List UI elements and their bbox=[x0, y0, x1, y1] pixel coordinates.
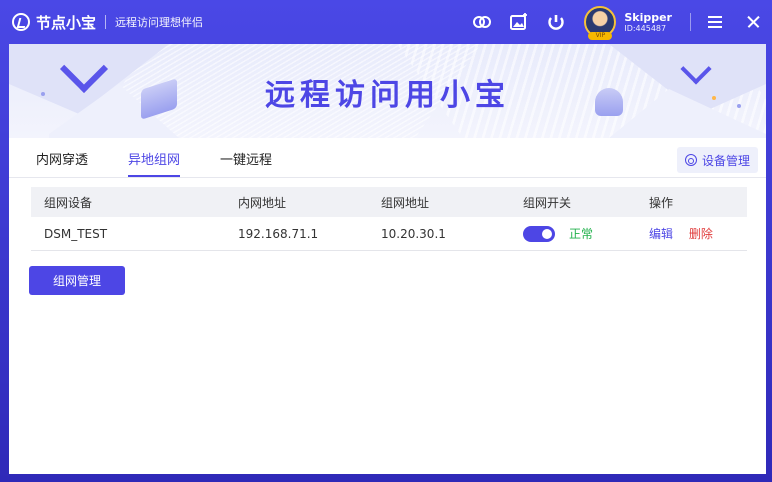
close-icon[interactable] bbox=[745, 14, 761, 30]
table-header: 组网设备 内网地址 组网地址 组网开关 操作 bbox=[31, 187, 747, 217]
header-vnet-ip: 组网地址 bbox=[381, 195, 430, 210]
app-slogan: 远程访问理想伴侣 bbox=[115, 16, 204, 29]
banner: 远程访问用小宝 bbox=[9, 44, 766, 138]
status-text: 正常 bbox=[569, 227, 594, 241]
title-bar-actions: VIP Skipper ID:445487 bbox=[471, 0, 772, 44]
brand: 节点小宝 远程访问理想伴侣 bbox=[12, 12, 203, 33]
header-device: 组网设备 bbox=[44, 195, 93, 210]
tab-one-click-remote[interactable]: 一键远程 bbox=[220, 149, 272, 177]
network-toggle[interactable] bbox=[523, 225, 555, 242]
title-divider bbox=[105, 15, 107, 29]
network-management-button[interactable]: 组网管理 bbox=[29, 266, 125, 295]
title-bar-separator bbox=[690, 13, 691, 31]
header-switch: 组网开关 bbox=[523, 195, 572, 210]
tab-remote-networking[interactable]: 异地组网 bbox=[128, 149, 181, 177]
settings-icon bbox=[684, 154, 697, 166]
delete-link[interactable]: 删除 bbox=[689, 227, 713, 241]
network-device-table: 组网设备 内网地址 组网地址 组网开关 操作 DSM_TEST 192.168.… bbox=[31, 187, 747, 251]
cell-lan-ip: 192.168.71.1 bbox=[238, 226, 319, 241]
link-icon[interactable] bbox=[471, 11, 493, 33]
avatar[interactable]: VIP bbox=[584, 6, 617, 40]
main-panel: 远程访问用小宝 内网穿透 异地组网 一键远程 设备管理 组网设备 内网地址 组网… bbox=[9, 44, 766, 474]
user-name: Skipper bbox=[624, 10, 672, 24]
image-icon[interactable] bbox=[508, 11, 530, 33]
tab-bar: 内网穿透 异地组网 一键远程 设备管理 bbox=[9, 138, 766, 178]
device-management-label: 设备管理 bbox=[701, 153, 750, 168]
header-actions: 操作 bbox=[649, 195, 674, 210]
table-row: DSM_TEST 192.168.71.1 10.20.30.1 正常 编辑 删… bbox=[31, 217, 747, 251]
banner-title: 远程访问用小宝 bbox=[265, 78, 510, 113]
tab-intranet-penetration[interactable]: 内网穿透 bbox=[36, 149, 88, 177]
vip-badge: VIP bbox=[588, 32, 613, 40]
logo-icon bbox=[12, 13, 30, 31]
cell-actions: 编辑 删除 bbox=[649, 225, 747, 242]
menu-icon[interactable] bbox=[707, 14, 723, 30]
cell-switch: 正常 bbox=[523, 225, 649, 242]
cell-device: DSM_TEST bbox=[44, 226, 108, 241]
cell-vnet-ip: 10.20.30.1 bbox=[381, 226, 446, 241]
power-icon[interactable] bbox=[545, 11, 567, 33]
user-id: ID:445487 bbox=[624, 23, 667, 33]
app-name: 节点小宝 bbox=[36, 13, 97, 32]
edit-link[interactable]: 编辑 bbox=[649, 227, 673, 241]
title-bar: 节点小宝 远程访问理想伴侣 VIP Skipper ID:445487 bbox=[0, 0, 772, 44]
device-management-button[interactable]: 设备管理 bbox=[676, 147, 758, 173]
header-lan-ip: 内网地址 bbox=[238, 195, 287, 210]
user-info[interactable]: Skipper ID:445487 bbox=[624, 12, 672, 33]
